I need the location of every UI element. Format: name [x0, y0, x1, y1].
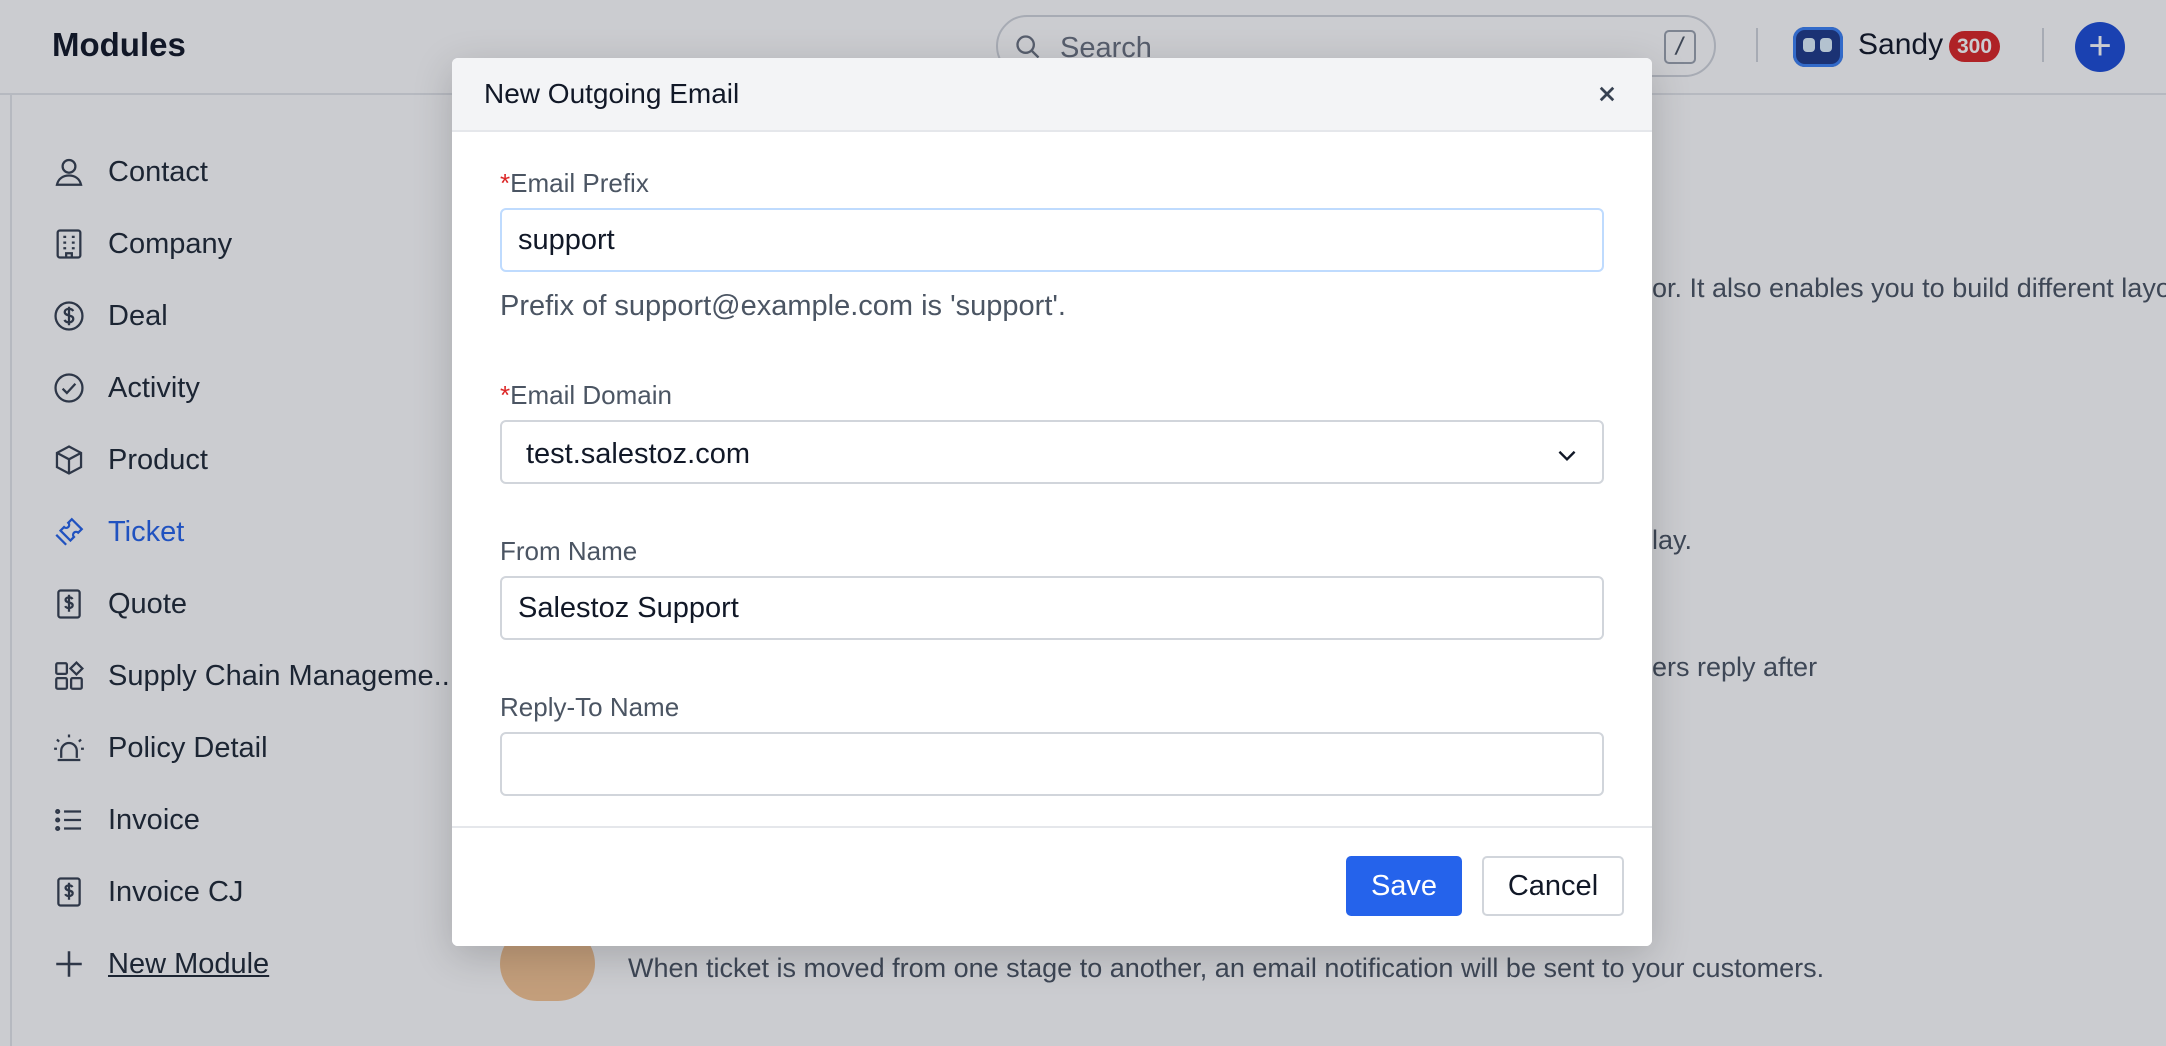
- required-mark: *: [500, 168, 510, 198]
- email-prefix-help: Prefix of support@example.com is 'suppor…: [500, 290, 1066, 323]
- save-button[interactable]: Save: [1346, 856, 1462, 916]
- email-domain-value: test.salestoz.com: [526, 438, 750, 471]
- new-outgoing-email-dialog: New Outgoing Email *Email Prefix Prefix …: [452, 58, 1652, 946]
- dialog-footer: Save Cancel: [452, 826, 1652, 946]
- email-domain-label: *Email Domain: [500, 380, 672, 411]
- email-domain-select[interactable]: test.salestoz.com: [500, 420, 1604, 484]
- close-icon[interactable]: [1592, 79, 1622, 109]
- email-prefix-field[interactable]: [500, 208, 1604, 272]
- cancel-button[interactable]: Cancel: [1482, 856, 1624, 916]
- reply-to-name-label: Reply-To Name: [500, 692, 679, 723]
- email-prefix-label: *Email Prefix: [500, 168, 649, 199]
- from-name-field[interactable]: [500, 576, 1604, 640]
- from-name-label: From Name: [500, 536, 637, 567]
- dialog-title: New Outgoing Email: [484, 78, 739, 110]
- chevron-down-icon: [1554, 442, 1580, 468]
- dialog-header: New Outgoing Email: [452, 58, 1652, 132]
- reply-to-name-field[interactable]: [500, 732, 1604, 796]
- required-mark: *: [500, 380, 510, 410]
